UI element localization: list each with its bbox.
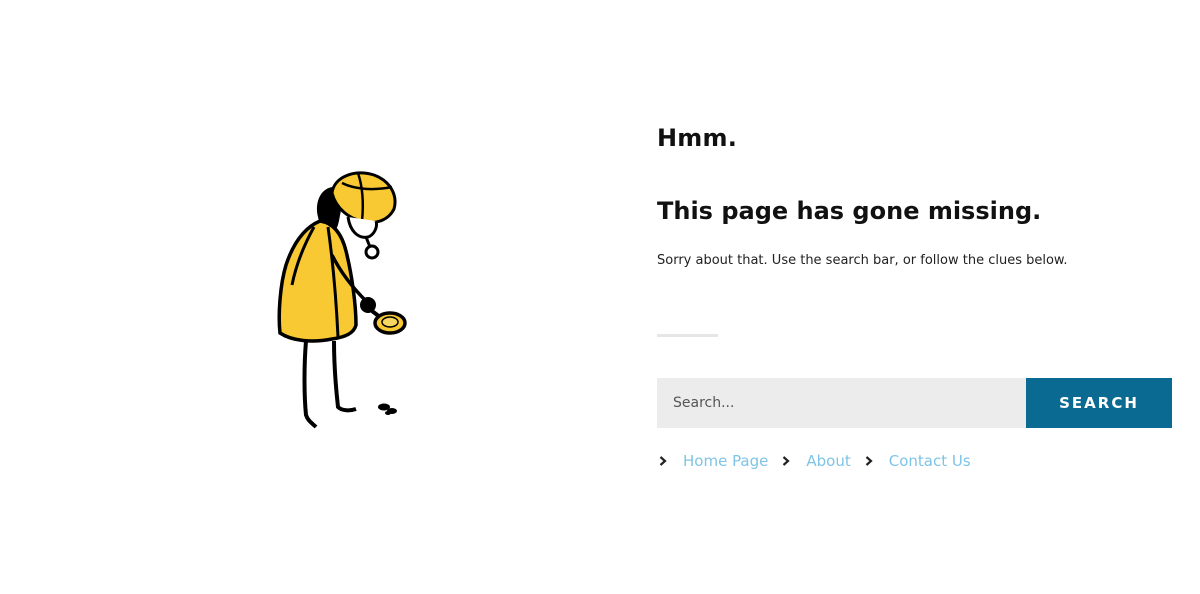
about-link[interactable]: About xyxy=(806,452,850,470)
chevron-right-icon xyxy=(780,455,792,467)
detective-illustration xyxy=(262,165,422,435)
page-subtitle: Sorry about that. Use the search bar, or… xyxy=(657,253,1068,268)
search-input[interactable] xyxy=(657,378,1026,428)
clue-links: Home Page About Contact Us xyxy=(657,452,983,470)
home-page-link[interactable]: Home Page xyxy=(683,452,768,470)
divider xyxy=(657,334,718,337)
search-button[interactable]: SEARCH xyxy=(1026,378,1172,428)
chevron-right-icon xyxy=(863,455,875,467)
chevron-right-icon xyxy=(657,455,669,467)
contact-us-link[interactable]: Contact Us xyxy=(889,452,971,470)
detective-image xyxy=(277,171,407,429)
page-title: This page has gone missing. xyxy=(657,197,1042,225)
hmm-heading: Hmm. xyxy=(657,124,738,152)
